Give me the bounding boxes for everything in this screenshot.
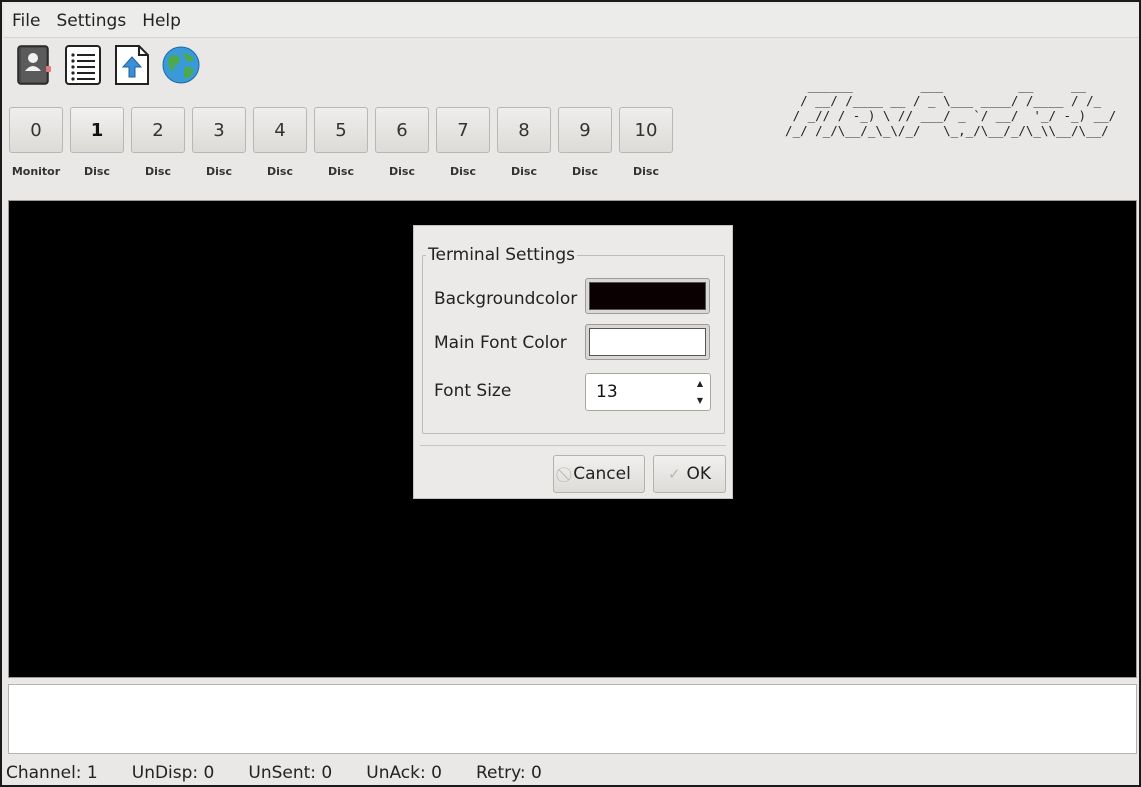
terminal-settings-dialog: Terminal Settings Backgroundcolor Main F… xyxy=(413,225,733,499)
channel-label-1: Disc xyxy=(84,165,110,178)
channel-3: 3 Disc xyxy=(192,107,246,178)
ok-button[interactable]: ✓ OK xyxy=(653,455,726,493)
menu-file[interactable]: File xyxy=(4,4,48,38)
channel-button-3[interactable]: 3 xyxy=(192,107,246,153)
main-font-color-button[interactable] xyxy=(585,324,710,360)
status-unack: UnAck: 0 xyxy=(366,763,442,783)
font-size-spinbox[interactable]: 13 ▲ ▼ xyxy=(585,373,711,411)
channel-label-3: Disc xyxy=(206,165,232,178)
spin-up-icon[interactable]: ▲ xyxy=(692,375,708,392)
status-undisp: UnDisp: 0 xyxy=(131,763,215,783)
ok-label: OK xyxy=(686,464,712,484)
channel-button-0[interactable]: 0 xyxy=(9,107,63,153)
channel-label-9: Disc xyxy=(572,165,598,178)
channel-button-2[interactable]: 2 xyxy=(131,107,185,153)
channel-label-8: Disc xyxy=(511,165,537,178)
document-list-icon xyxy=(65,45,101,85)
channel-label-10: Disc xyxy=(633,165,659,178)
channel-10: 10 Disc xyxy=(619,107,673,178)
status-retry: Retry: 0 xyxy=(475,763,542,783)
address-book-button[interactable] xyxy=(12,43,56,87)
channel-button-6[interactable]: 6 xyxy=(375,107,429,153)
channel-label-4: Disc xyxy=(267,165,293,178)
channel-label-6: Disc xyxy=(389,165,415,178)
channel-button-8[interactable]: 8 xyxy=(497,107,551,153)
channel-button-9[interactable]: 9 xyxy=(558,107,612,153)
ascii-logo: ______ ___ __ __ / __/ /____ __ / _ \___… xyxy=(785,78,1117,138)
channel-5: 5 Disc xyxy=(314,107,368,178)
status-channel: Channel: 1 xyxy=(6,763,98,783)
toolbar xyxy=(12,42,203,88)
channel-9: 9 Disc xyxy=(558,107,612,178)
channel-7: 7 Disc xyxy=(436,107,490,178)
spin-down-icon[interactable]: ▼ xyxy=(692,392,708,409)
channel-button-10[interactable]: 10 xyxy=(619,107,673,153)
channel-label-0: Monitor xyxy=(11,165,61,178)
terminal-input[interactable] xyxy=(8,684,1137,754)
group-title: Terminal Settings xyxy=(426,245,577,265)
cancel-label: Cancel xyxy=(573,464,631,484)
background-color-button[interactable] xyxy=(585,278,710,314)
channel-6: 6 Disc xyxy=(375,107,429,178)
channel-label-2: Disc xyxy=(145,165,171,178)
menu-help[interactable]: Help xyxy=(134,4,189,38)
upload-button[interactable] xyxy=(110,43,154,87)
upload-icon xyxy=(115,45,149,85)
main-font-color-label: Main Font Color xyxy=(434,333,567,353)
background-color-label: Backgroundcolor xyxy=(434,289,578,309)
check-icon: ✓ xyxy=(667,465,681,483)
main-font-color-swatch xyxy=(589,328,706,356)
globe-icon xyxy=(162,46,200,84)
document-list-button[interactable] xyxy=(61,43,105,87)
menu-settings[interactable]: Settings xyxy=(48,4,134,38)
channel-button-1[interactable]: 1 xyxy=(70,107,124,153)
cancel-button[interactable]: ⃠ Cancel xyxy=(553,455,645,493)
channel-0: 0 Monitor xyxy=(9,107,63,178)
menu-bar: File Settings Help xyxy=(4,4,1139,38)
main-window: File Settings Help 0 Monitor 1 Disc 2 Di… xyxy=(0,0,1141,787)
channel-label-5: Disc xyxy=(328,165,354,178)
font-size-value: 13 xyxy=(596,382,618,402)
channel-button-7[interactable]: 7 xyxy=(436,107,490,153)
status-bar: Channel: 1 UnDisp: 0 UnSent: 0 UnAck: 0 … xyxy=(6,760,576,786)
status-unsent: UnSent: 0 xyxy=(248,763,333,783)
channel-8: 8 Disc xyxy=(497,107,551,178)
channel-button-5[interactable]: 5 xyxy=(314,107,368,153)
channel-button-4[interactable]: 4 xyxy=(253,107,307,153)
globe-button[interactable] xyxy=(159,43,203,87)
font-size-label: Font Size xyxy=(434,381,512,401)
channel-1: 1 Disc xyxy=(70,107,124,178)
terminal-settings-group: Terminal Settings Backgroundcolor Main F… xyxy=(422,245,725,434)
dialog-separator xyxy=(420,445,726,446)
channel-bar: 0 Monitor 1 Disc 2 Disc 3 Disc 4 Disc 5 Disc 6 Disc 7 D… xyxy=(9,107,673,178)
address-book-icon xyxy=(17,45,51,85)
background-color-swatch xyxy=(589,282,706,310)
channel-4: 4 Disc xyxy=(253,107,307,178)
channel-label-7: Disc xyxy=(450,165,476,178)
channel-2: 2 Disc xyxy=(131,107,185,178)
